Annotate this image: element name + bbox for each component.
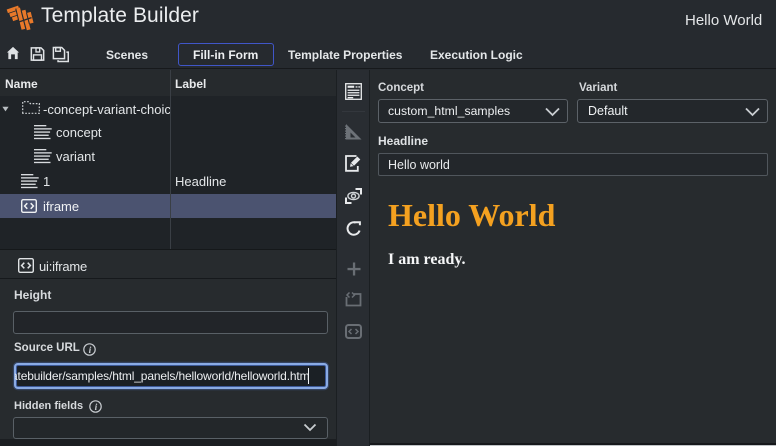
svg-text:i: i	[89, 346, 92, 356]
svg-text:i: i	[95, 403, 98, 413]
